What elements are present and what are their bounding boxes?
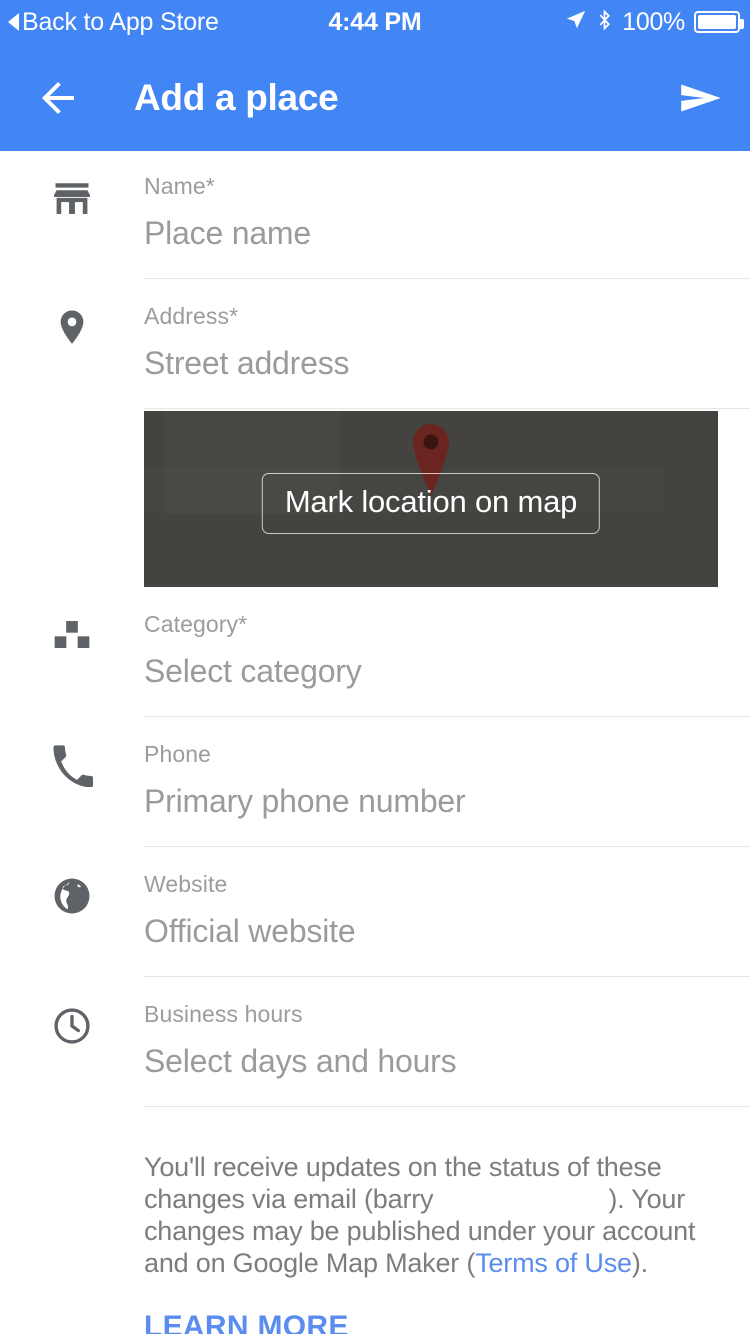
row-divider — [144, 846, 750, 847]
field-label-name: Name* — [144, 173, 215, 199]
business-hours-select[interactable]: Select days and hours — [144, 1043, 750, 1080]
form-row-website[interactable]: Website Official website — [0, 849, 750, 979]
arrow-left-icon[interactable] — [34, 74, 82, 122]
battery-full-icon — [694, 11, 744, 33]
footer-section: You'll receive updates on the status of … — [0, 1109, 750, 1334]
status-bar: Back to App Store 4:44 PM 100% — [0, 0, 750, 44]
row-divider — [144, 716, 750, 717]
form-row-business-hours[interactable]: Business hours Select days and hours — [0, 979, 750, 1109]
disclaimer-part-3: ). — [631, 1248, 648, 1279]
learn-more-link[interactable]: LEARN MORE — [144, 1310, 349, 1334]
form-row-category[interactable]: Category* Select category — [0, 589, 750, 719]
field-label-website: Website — [144, 871, 228, 897]
status-bar-indicators: 100% — [565, 7, 744, 37]
add-place-form: Name* Place name Address* Street address — [0, 151, 750, 1334]
globe-icon — [0, 849, 144, 979]
location-arrow-icon — [565, 9, 587, 36]
row-divider — [144, 1106, 750, 1107]
clock-icon — [0, 979, 144, 1109]
form-row-address[interactable]: Address* Street address — [0, 281, 750, 411]
disclaimer-text: You'll receive updates on the status of … — [144, 1151, 720, 1280]
mark-location-on-map-button[interactable]: Mark location on map — [261, 473, 601, 534]
row-divider — [144, 278, 750, 279]
app-bar: Add a place — [0, 44, 750, 151]
form-row-phone[interactable]: Phone Primary phone number — [0, 719, 750, 849]
row-divider — [144, 976, 750, 977]
battery-percent-label: 100% — [622, 7, 685, 36]
map-preview[interactable]: Mark location on map — [144, 411, 718, 587]
field-label-category: Category* — [144, 611, 248, 637]
map-pin-icon — [0, 281, 144, 411]
name-input[interactable]: Place name — [144, 215, 750, 252]
add-a-place-screen: Back to App Store 4:44 PM 100% Add a pla… — [0, 0, 750, 1334]
row-divider — [144, 408, 750, 409]
website-input[interactable]: Official website — [144, 913, 750, 950]
map-picker-row: Mark location on map — [0, 411, 750, 589]
field-label-address: Address* — [144, 303, 239, 329]
field-label-phone: Phone — [144, 741, 212, 767]
store-icon — [0, 151, 144, 281]
terms-of-use-link[interactable]: Terms of Use — [475, 1248, 632, 1278]
form-row-name[interactable]: Name* Place name — [0, 151, 750, 281]
page-title: Add a place — [134, 76, 339, 118]
address-input[interactable]: Street address — [144, 345, 750, 382]
phone-icon — [0, 719, 144, 849]
send-icon[interactable] — [676, 73, 726, 123]
redacted-email-block — [433, 1188, 609, 1210]
category-icon — [0, 589, 144, 719]
category-select[interactable]: Select category — [144, 653, 750, 690]
phone-input[interactable]: Primary phone number — [144, 783, 750, 820]
bluetooth-icon — [596, 8, 613, 37]
field-label-business-hours: Business hours — [144, 1001, 303, 1027]
